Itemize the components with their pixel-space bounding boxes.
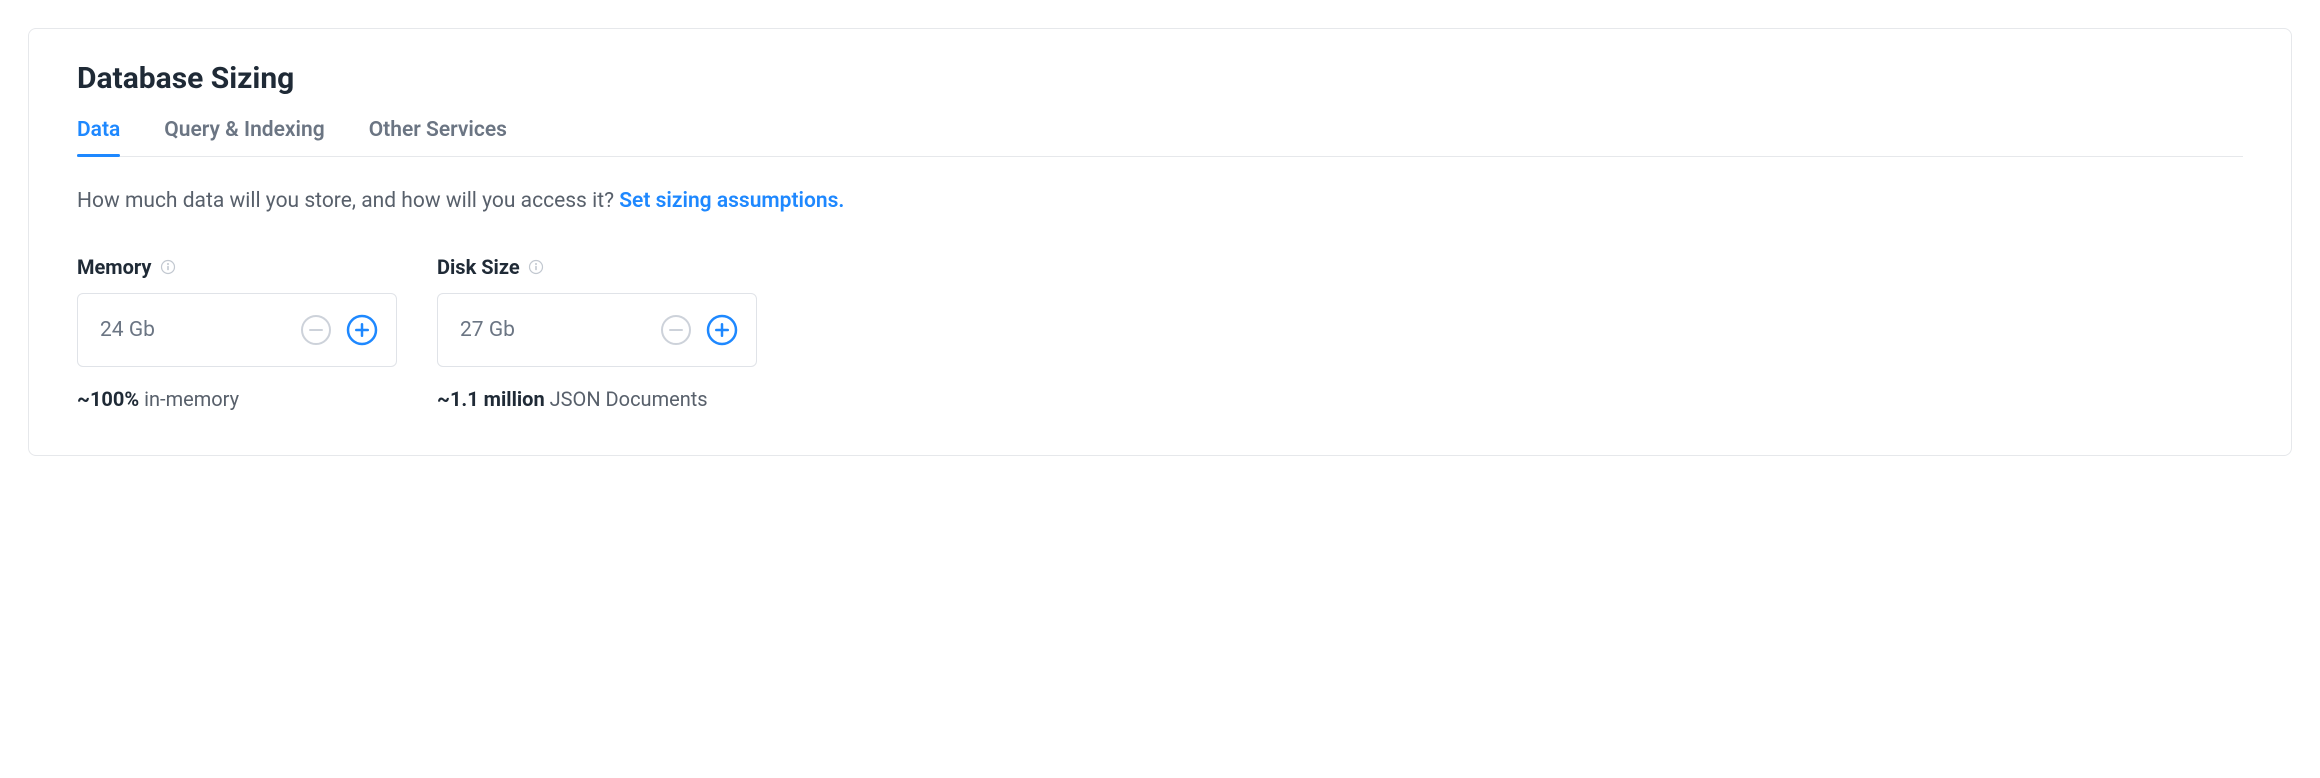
- disk-label: Disk Size: [437, 255, 757, 279]
- page-title: Database Sizing: [77, 61, 2243, 96]
- disk-hint-text: JSON Documents: [545, 387, 708, 411]
- database-sizing-card: Database Sizing Data Query & Indexing Ot…: [28, 28, 2292, 456]
- disk-increment-button[interactable]: [706, 314, 738, 346]
- memory-hint-text: in-memory: [139, 387, 239, 411]
- disk-decrement-button[interactable]: [660, 314, 692, 346]
- memory-stepper: 24 Gb: [77, 293, 397, 367]
- info-icon[interactable]: [160, 259, 176, 275]
- fields-row: Memory 24 Gb: [77, 255, 2243, 411]
- info-icon[interactable]: [528, 259, 544, 275]
- disk-hint-bold: ~1.1 million: [437, 387, 545, 411]
- memory-increment-button[interactable]: [346, 314, 378, 346]
- tabs: Data Query & Indexing Other Services: [77, 118, 2243, 157]
- set-assumptions-link[interactable]: Set sizing assumptions.: [619, 189, 844, 213]
- disk-value: 27 Gb: [460, 318, 515, 342]
- memory-stepper-controls: [300, 314, 378, 346]
- prompt-question: How much data will you store, and how wi…: [77, 189, 619, 213]
- disk-label-text: Disk Size: [437, 255, 520, 279]
- memory-value: 24 Gb: [100, 318, 155, 342]
- disk-stepper-controls: [660, 314, 738, 346]
- memory-field: Memory 24 Gb: [77, 255, 397, 411]
- memory-hint: ~100% in-memory: [77, 387, 397, 411]
- tab-data[interactable]: Data: [77, 118, 120, 156]
- disk-stepper: 27 Gb: [437, 293, 757, 367]
- memory-decrement-button[interactable]: [300, 314, 332, 346]
- disk-hint: ~1.1 million JSON Documents: [437, 387, 757, 411]
- memory-hint-bold: ~100%: [77, 387, 139, 411]
- disk-field: Disk Size 27 Gb: [437, 255, 757, 411]
- tab-query-indexing[interactable]: Query & Indexing: [164, 118, 324, 156]
- prompt-text: How much data will you store, and how wi…: [77, 189, 2243, 213]
- memory-label: Memory: [77, 255, 397, 279]
- memory-label-text: Memory: [77, 255, 152, 279]
- tab-other-services[interactable]: Other Services: [369, 118, 507, 156]
